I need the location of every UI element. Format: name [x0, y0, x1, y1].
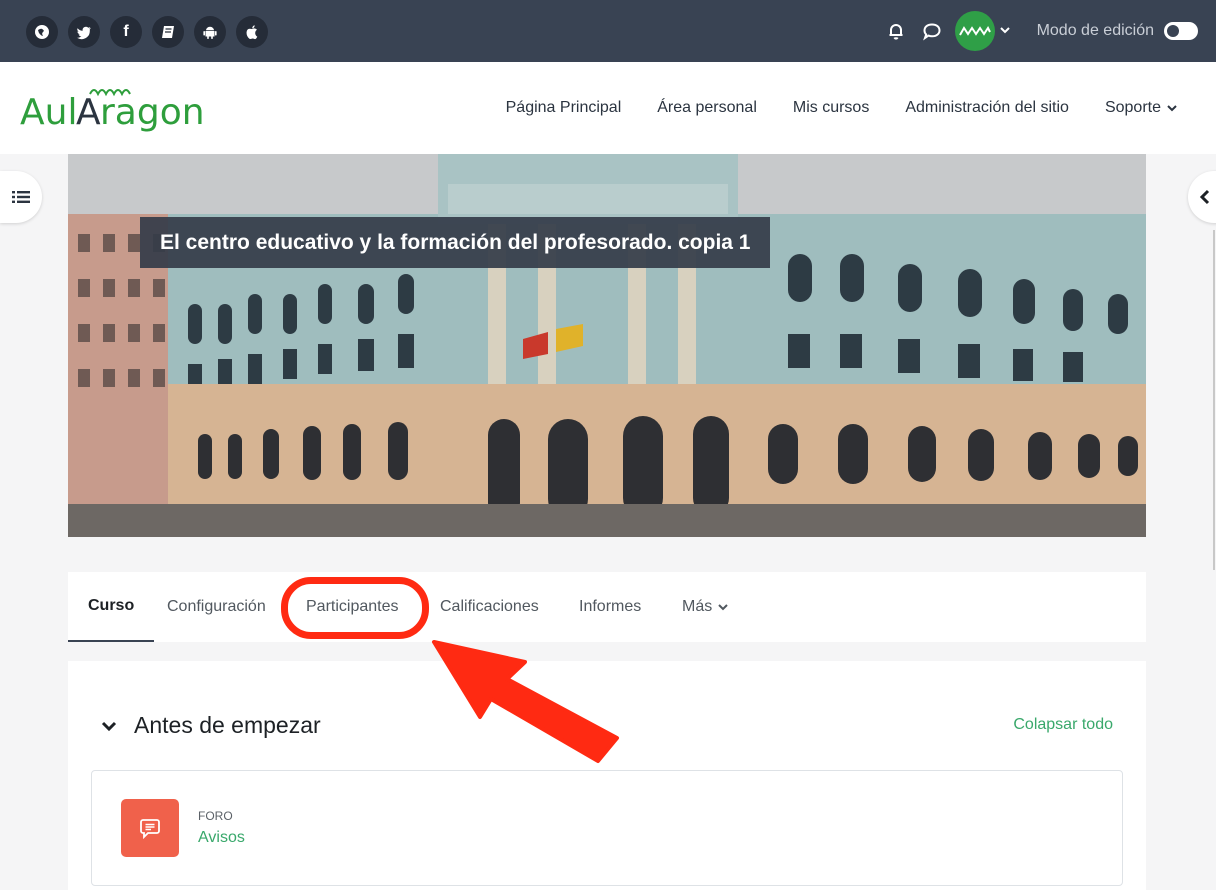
- scrollbar[interactable]: [1213, 230, 1215, 570]
- edit-mode-toggle[interactable]: [1164, 22, 1198, 40]
- tab-more[interactable]: Más: [682, 572, 729, 642]
- nav-link-home[interactable]: Página Principal: [506, 99, 622, 117]
- section-header[interactable]: Antes de empezar: [100, 712, 321, 739]
- chat-bubble-icon[interactable]: [921, 20, 943, 42]
- course-header-image: [68, 154, 1146, 537]
- user-tools: Modo de edición: [885, 0, 1216, 62]
- activity-item[interactable]: [91, 770, 1123, 886]
- tab-settings[interactable]: Configuración: [167, 572, 266, 642]
- top-bar: f Modo de edición: [0, 0, 1216, 62]
- course-tabs: Curso Configuración Participantes Califi…: [68, 572, 1146, 642]
- nav-link-label: Mis cursos: [792, 99, 870, 116]
- nav-links: Página Principal Área personal Mis curso…: [506, 99, 1178, 117]
- nav-link-support[interactable]: Soporte: [1105, 99, 1178, 117]
- tab-grades[interactable]: Calificaciones: [440, 572, 539, 642]
- nav-link-label: Administración del sitio: [905, 99, 1069, 116]
- book-icon[interactable]: [152, 16, 184, 48]
- tab-course[interactable]: Curso: [68, 572, 155, 642]
- tab-more-label: Más: [682, 598, 713, 615]
- social-links: f: [26, 16, 268, 48]
- nav-link-dashboard[interactable]: Área personal: [657, 99, 757, 117]
- chevron-down-icon: [101, 721, 117, 731]
- svg-text:A: A: [76, 92, 101, 133]
- edit-mode-label: Modo de edición: [1036, 22, 1154, 39]
- chevron-left-icon: [1199, 189, 1210, 205]
- bell-icon[interactable]: [885, 20, 907, 42]
- section-title: Antes de empezar: [134, 712, 321, 738]
- nav-link-label: Área personal: [657, 99, 757, 116]
- forum-icon[interactable]: [121, 799, 179, 857]
- nav-link-label: Página Principal: [505, 99, 622, 116]
- site-logo[interactable]: Aul A ragon: [20, 76, 230, 145]
- course-index-toggle[interactable]: [0, 171, 42, 223]
- android-icon[interactable]: [194, 16, 226, 48]
- twitter-icon[interactable]: [68, 16, 100, 48]
- svg-text:Aul: Aul: [20, 92, 77, 133]
- main-navbar: Aul A ragon Página Principal Área person…: [0, 62, 1216, 154]
- list-icon: [12, 191, 30, 203]
- collapse-all-link[interactable]: Colapsar todo: [1013, 716, 1113, 734]
- nav-link-site-admin[interactable]: Administración del sitio: [905, 99, 1069, 117]
- nav-link-label: Soporte: [1104, 99, 1161, 116]
- facebook-icon[interactable]: f: [110, 16, 142, 48]
- activity-name-link[interactable]: Avisos: [198, 829, 245, 847]
- chevron-down-icon[interactable]: [999, 22, 1011, 40]
- nav-link-my-courses[interactable]: Mis cursos: [793, 99, 869, 117]
- apple-icon[interactable]: [236, 16, 268, 48]
- svg-text:ragon: ragon: [100, 92, 205, 133]
- chevron-down-icon: [1167, 105, 1177, 112]
- globe-icon[interactable]: [26, 16, 58, 48]
- avatar[interactable]: [954, 11, 995, 51]
- block-drawer-toggle[interactable]: [1188, 171, 1216, 223]
- highlight-annotation: [281, 577, 429, 639]
- course-title: El centro educativo y la formación del p…: [140, 217, 771, 268]
- tab-reports[interactable]: Informes: [579, 572, 641, 642]
- chevron-down-icon: [718, 604, 728, 611]
- activity-type-label: FORO: [198, 809, 233, 823]
